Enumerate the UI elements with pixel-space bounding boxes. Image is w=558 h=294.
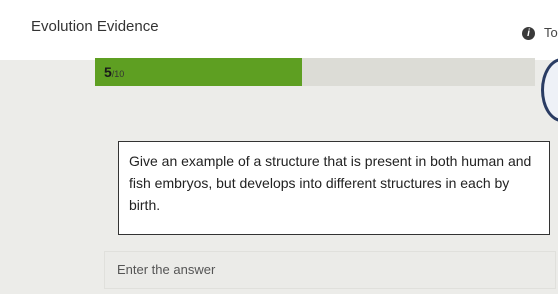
- question-prompt: Give an example of a structure that is p…: [118, 141, 550, 235]
- answer-input[interactable]: Enter the answer: [104, 251, 556, 289]
- progress-fill: [95, 58, 302, 86]
- header-right-label[interactable]: To: [544, 25, 558, 40]
- progress-current: 5: [104, 64, 112, 80]
- header-bar: Evolution Evidence i To: [0, 0, 558, 61]
- page-title: Evolution Evidence: [31, 18, 159, 35]
- progress-total: /10: [111, 69, 125, 79]
- info-icon[interactable]: i: [522, 27, 535, 40]
- progress-counter: 5/10: [104, 61, 124, 83]
